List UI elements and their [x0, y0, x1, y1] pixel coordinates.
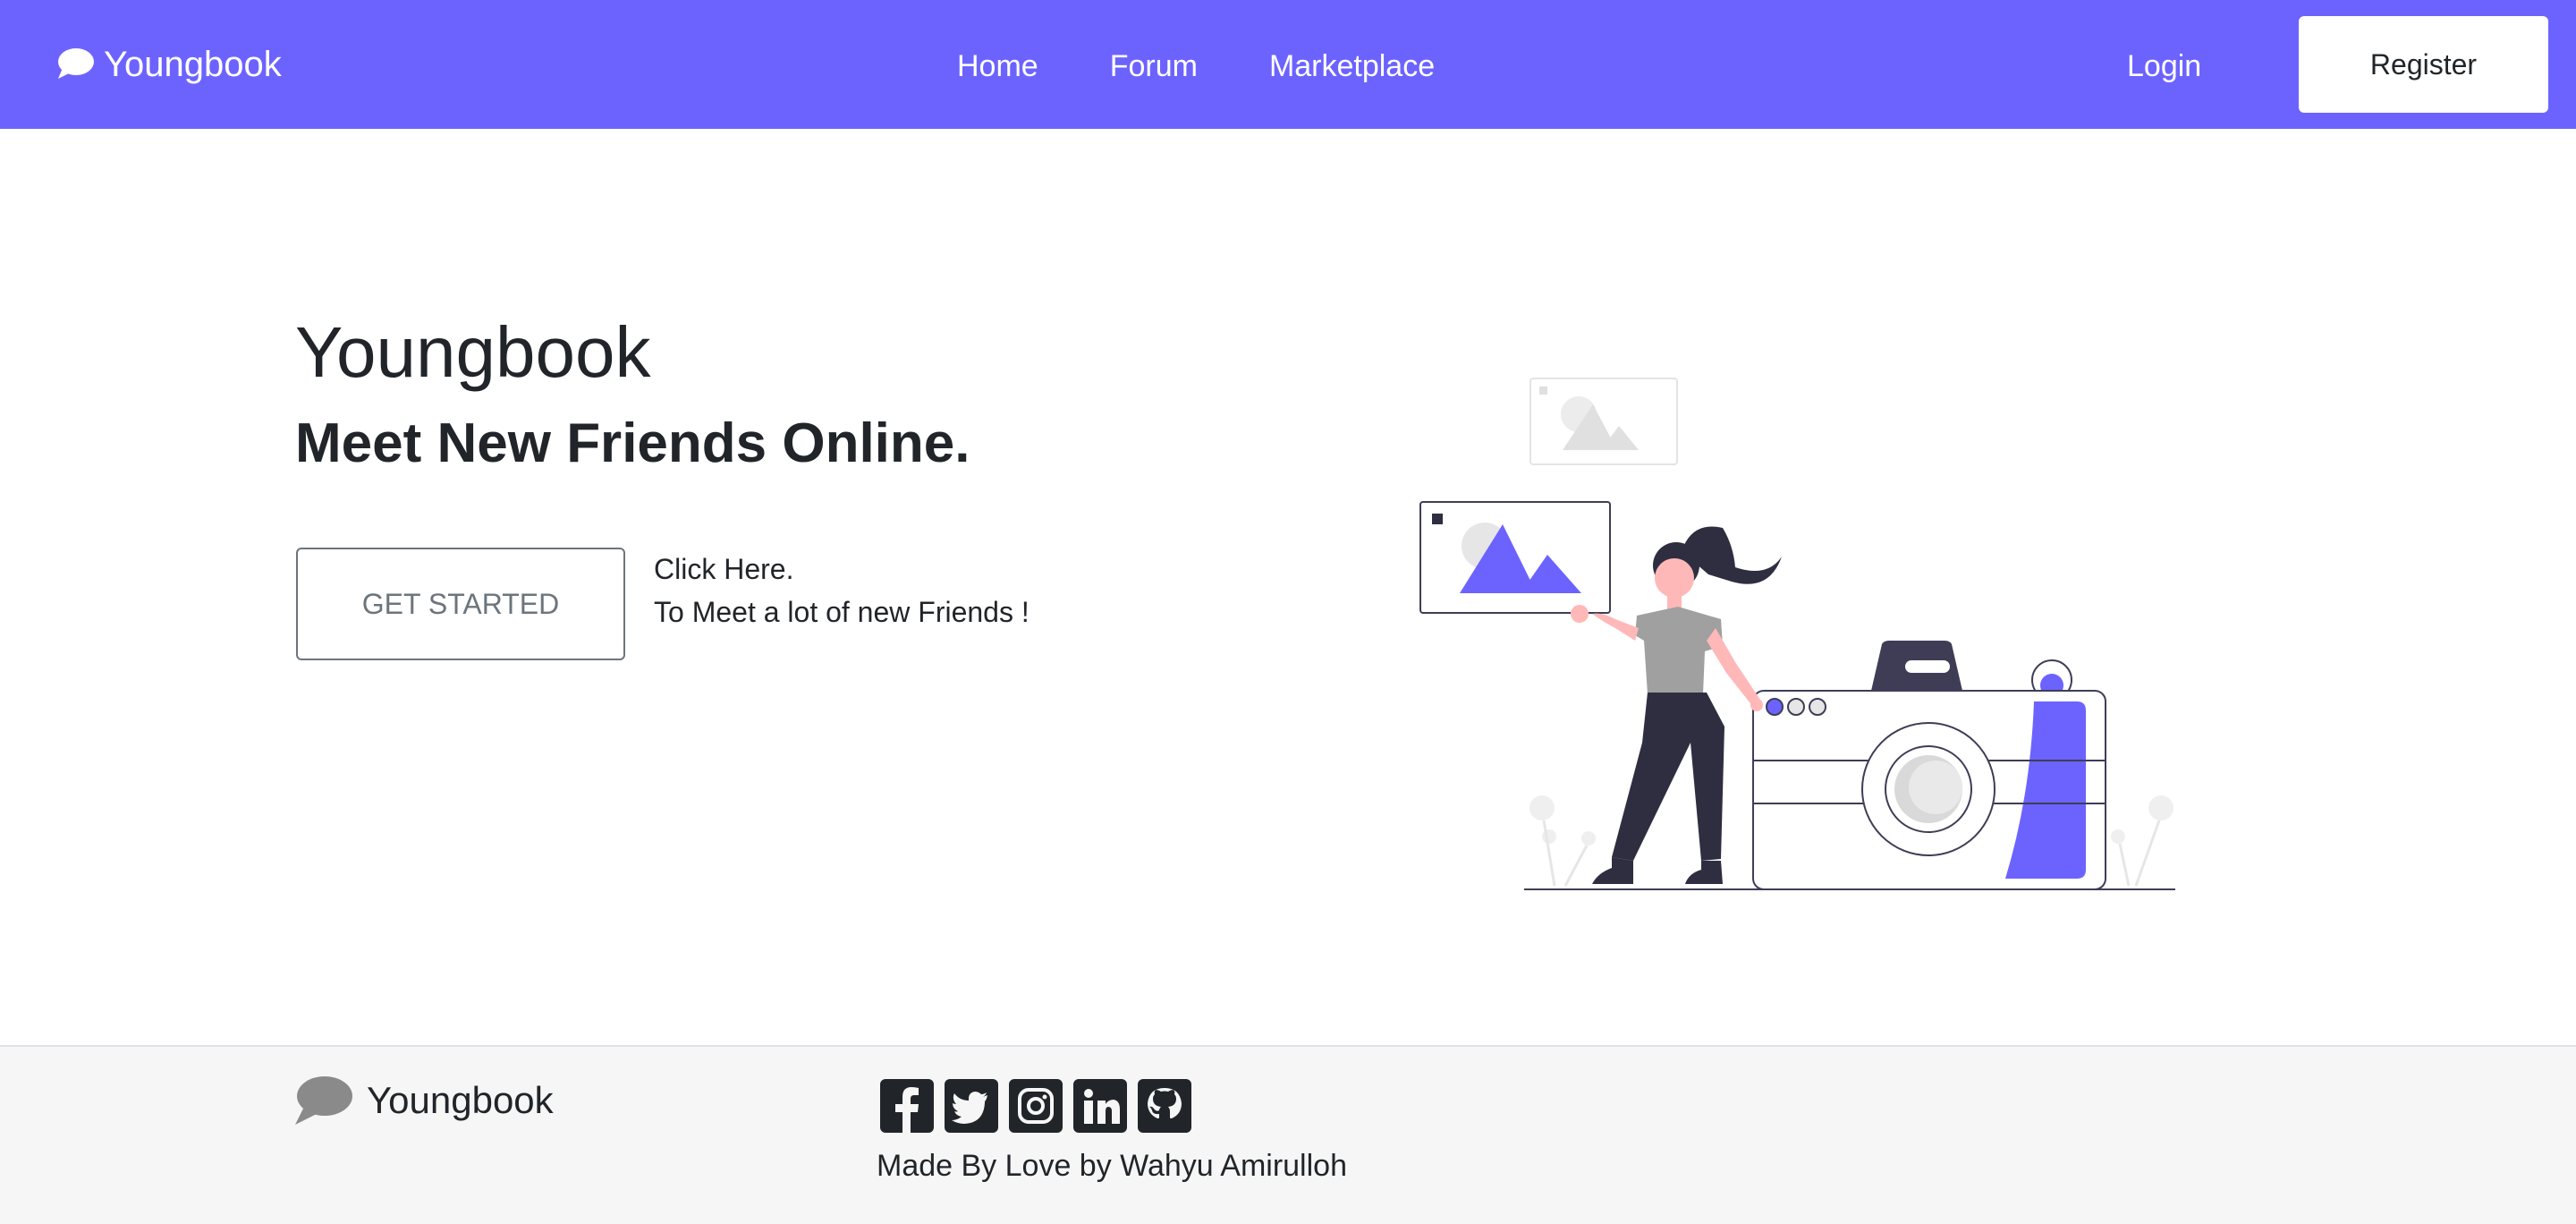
instagram-icon[interactable]	[1009, 1079, 1063, 1133]
navbar-brand[interactable]: Youngbook	[55, 39, 282, 89]
footer-credit: Made By Love by Wahyu Amirulloh	[877, 1149, 1347, 1183]
footer-brand: Youngbook	[293, 1074, 554, 1127]
hero-subtitle: Meet New Friends Online.	[295, 412, 970, 474]
linkedin-icon[interactable]	[1073, 1079, 1127, 1133]
photographer-illustration	[1419, 378, 2175, 890]
github-icon[interactable]	[1138, 1079, 1191, 1133]
camera-icon	[1752, 641, 2106, 890]
plant-right-icon	[2111, 795, 2174, 887]
faded-image-card-icon	[1530, 378, 1678, 465]
register-button[interactable]: Register	[2299, 16, 2548, 113]
cta-line-1: Click Here.	[654, 553, 794, 585]
nav-link-home[interactable]: Home	[957, 41, 1038, 91]
navbar: Youngbook Home Forum Marketplace Login R…	[0, 0, 2576, 129]
cta-description: Click Here. To Meet a lot of new Friends…	[654, 548, 1030, 633]
social-links	[880, 1079, 1191, 1133]
image-card-icon	[1419, 501, 1611, 614]
get-started-button[interactable]: GET STARTED	[296, 548, 625, 660]
twitter-icon[interactable]	[945, 1079, 998, 1133]
facebook-icon[interactable]	[880, 1079, 934, 1133]
footer: Youngbook Made By Love by Wahyu Amirullo…	[0, 1045, 2576, 1224]
nav-link-marketplace[interactable]: Marketplace	[1269, 41, 1435, 91]
nav-links: Home Forum Marketplace	[957, 41, 1435, 91]
chat-bubble-icon	[58, 48, 94, 79]
hero-title: Youngbook	[295, 312, 651, 392]
nav-link-forum[interactable]: Forum	[1110, 41, 1198, 91]
cta-line-2: To Meet a lot of new Friends !	[654, 596, 1030, 628]
plant-left-icon	[1530, 795, 1596, 887]
brand-name: Youngbook	[104, 45, 282, 84]
footer-brand-name: Youngbook	[367, 1079, 554, 1121]
chat-bubble-icon	[295, 1076, 352, 1125]
login-link[interactable]: Login	[2127, 41, 2201, 91]
